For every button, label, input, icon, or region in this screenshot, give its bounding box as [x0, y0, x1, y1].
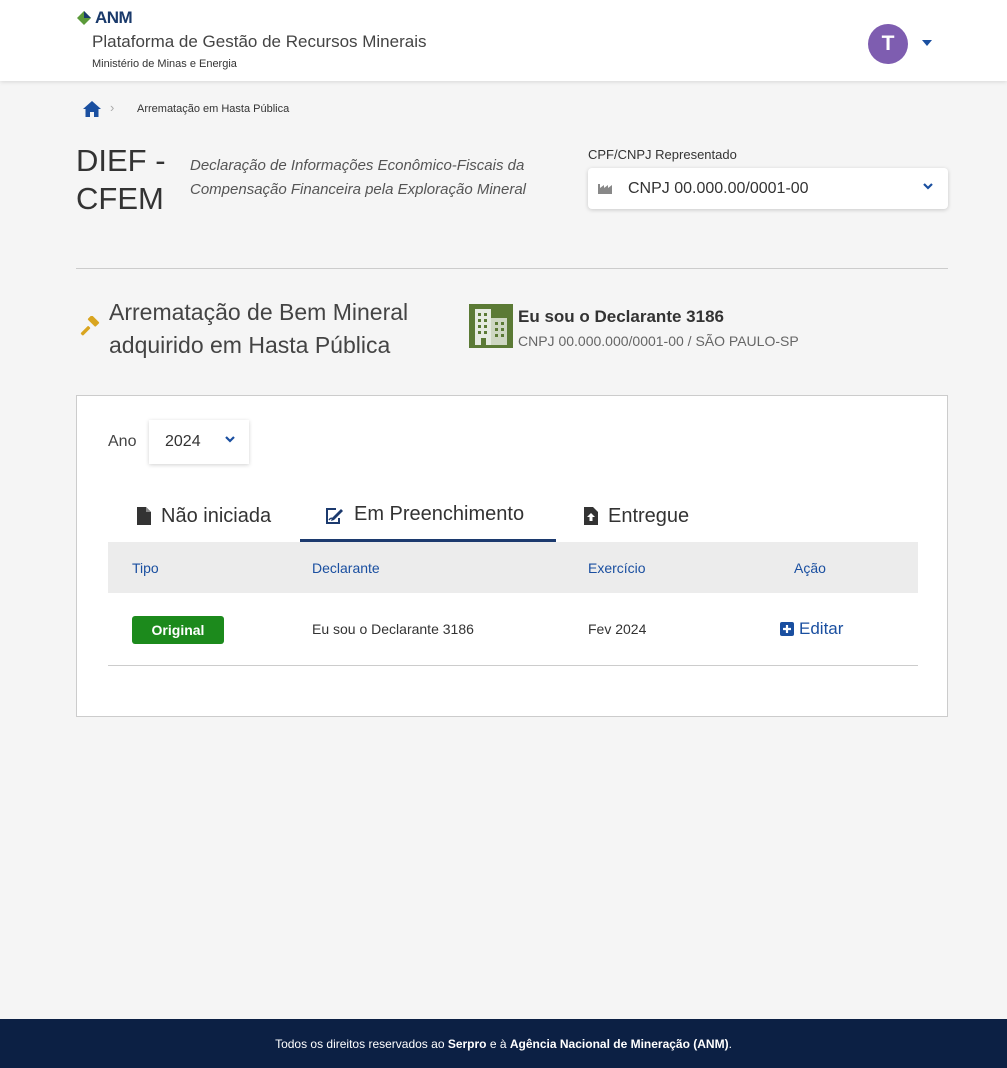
plus-square-icon	[780, 622, 794, 636]
building-icon	[469, 304, 513, 348]
footer-anm-link[interactable]: Agência Nacional de Mineração (ANM)	[510, 1037, 729, 1051]
declarant-name: Eu sou o Declarante 3186	[518, 307, 724, 326]
file-icon	[137, 507, 151, 525]
page-description: Declaração de Informações Econômico-Fisc…	[190, 157, 527, 198]
user-avatar[interactable]: T	[868, 24, 908, 64]
tab-label: Entregue	[608, 504, 690, 527]
tab-nao-iniciada[interactable]: Não iniciada	[137, 490, 271, 542]
anm-logo-icon	[77, 11, 91, 25]
status-badge: Original	[132, 616, 224, 644]
column-header-exercicio[interactable]: Exercício	[588, 560, 646, 576]
footer-middle: e à	[486, 1036, 510, 1051]
ano-label: Ano	[108, 433, 137, 450]
cnpj-select[interactable]: CNPJ 00.000.00/0001-00	[588, 168, 948, 209]
chevron-down-icon	[923, 183, 933, 190]
cell-exercicio: Fev 2024	[588, 621, 647, 637]
ano-select-value: 2024	[165, 433, 201, 450]
edit-label: Editar	[799, 619, 844, 638]
column-header-acao: Ação	[794, 560, 826, 576]
cell-declarante: Eu sou o Declarante 3186	[312, 621, 474, 637]
breadcrumb-current[interactable]: Arrematação em Hasta Pública	[137, 103, 289, 115]
footer: Todos os direitos reservados ao Serpro e…	[0, 1019, 1007, 1068]
column-header-tipo[interactable]: Tipo	[132, 560, 159, 576]
tab-entregue[interactable]: Entregue	[584, 490, 689, 542]
tab-label: Em Preenchimento	[354, 503, 525, 525]
declarations-card: Ano 2024 Não iniciada Em Preenchimento E…	[76, 395, 948, 717]
cnpj-label: CPF/CNPJ Representado	[588, 147, 737, 162]
caret-down-icon[interactable]	[922, 40, 932, 46]
section-title: Arrematação de Bem Mineral adquirido em …	[109, 299, 409, 358]
footer-serpro-link[interactable]: Serpro	[448, 1037, 487, 1051]
column-header-declarante[interactable]: Declarante	[312, 560, 380, 576]
table-header: Tipo Declarante Exercício Ação	[108, 542, 918, 593]
footer-prefix: Todos os direitos reservados ao	[275, 1036, 448, 1051]
ano-select[interactable]: 2024	[149, 420, 249, 464]
top-header: ANM Plataforma de Gestão de Recursos Min…	[0, 0, 1007, 81]
section-divider	[76, 268, 948, 269]
cnpj-select-value: CNPJ 00.000.00/0001-00	[628, 180, 809, 197]
tab-em-preenchimento[interactable]: Em Preenchimento	[300, 490, 556, 542]
logo-text: ANM	[95, 8, 133, 27]
declarant-info: CNPJ 00.000.000/0001-00 / SÃO PAULO-SP	[518, 333, 799, 349]
footer-suffix: .	[728, 1036, 732, 1051]
tab-label: Não iniciada	[161, 504, 272, 527]
factory-icon	[598, 184, 612, 194]
gavel-icon	[80, 316, 100, 336]
file-upload-icon	[584, 507, 598, 525]
platform-title: Plataforma de Gestão de Recursos Minerai…	[92, 32, 427, 51]
file-signature-icon	[326, 507, 343, 524]
chevron-right-icon: ›	[110, 100, 115, 115]
home-icon[interactable]	[82, 100, 102, 118]
chevron-down-icon	[225, 436, 235, 443]
edit-button[interactable]: Editar	[780, 619, 843, 639]
table-row: Original Eu sou o Declarante 3186 Fev 20…	[108, 593, 918, 666]
anm-logo[interactable]: ANM	[76, 8, 133, 28]
ministry-name: Ministério de Minas e Energia	[92, 58, 237, 70]
status-tabs: Não iniciada Em Preenchimento Entregue	[108, 490, 918, 542]
page-title: DIEF - CFEM	[76, 143, 166, 216]
